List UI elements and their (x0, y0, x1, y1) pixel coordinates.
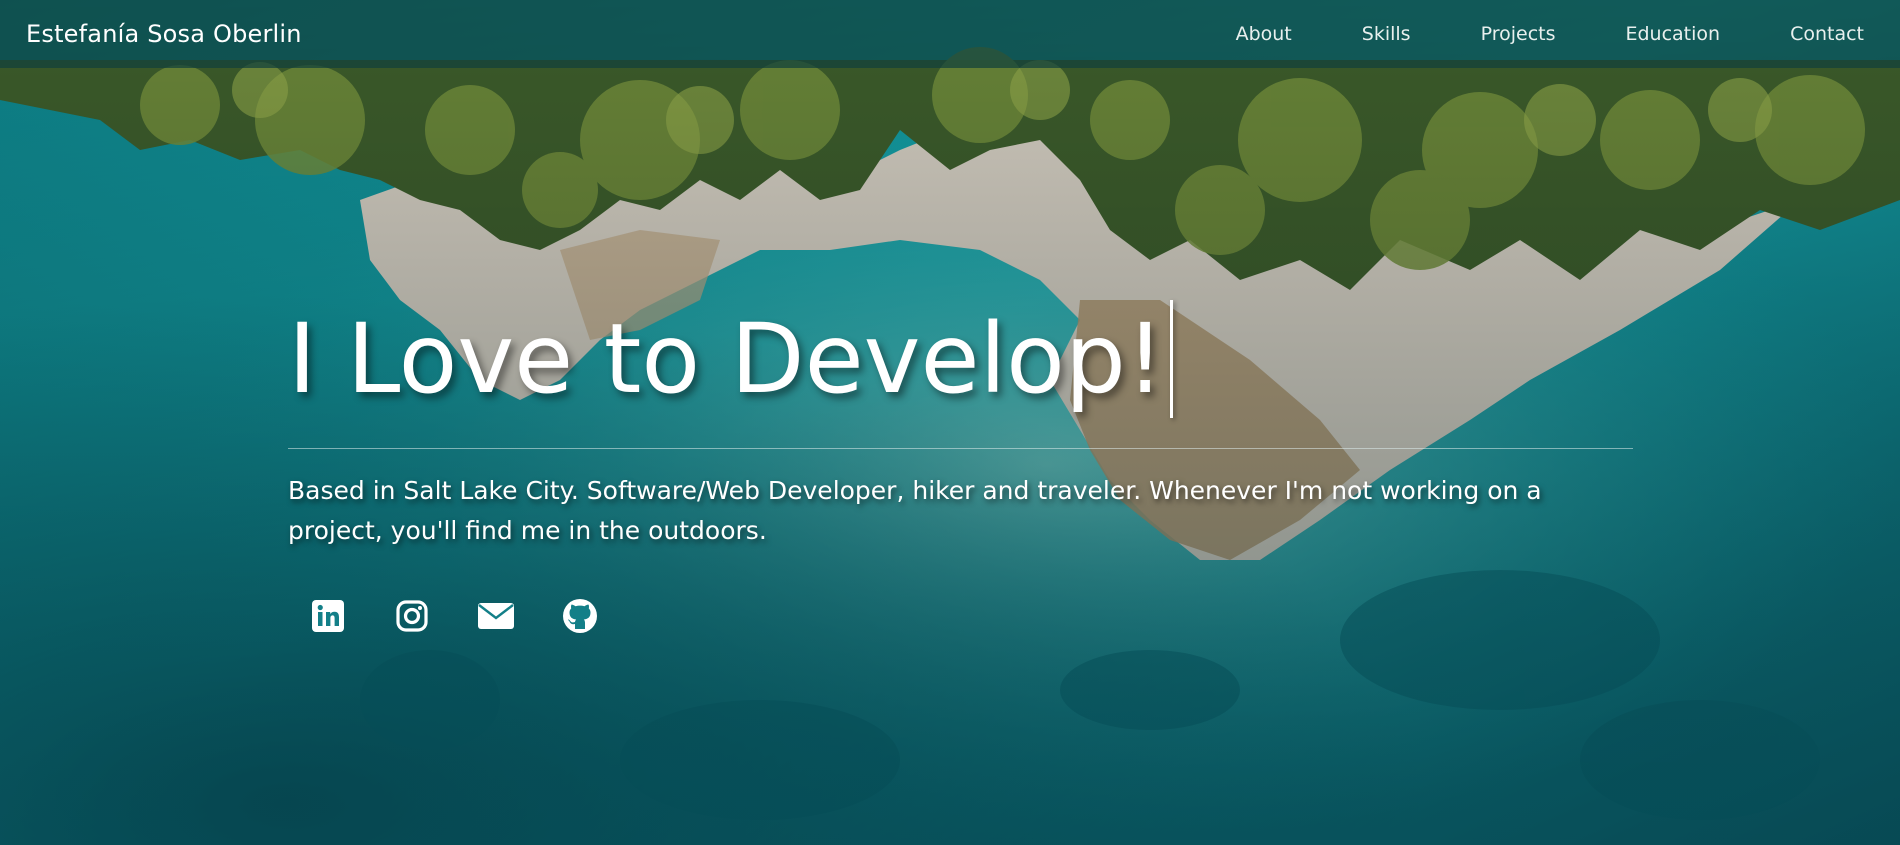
brand-name[interactable]: Estefanía Sosa Oberlin (26, 20, 302, 48)
nav-link-skills[interactable]: Skills (1362, 23, 1411, 45)
github-link[interactable] (542, 591, 618, 641)
hero-title-text: I Love to Develop! (288, 303, 1165, 415)
nav-link-projects[interactable]: Projects (1481, 23, 1556, 45)
navbar: Estefanía Sosa Oberlin About Skills Proj… (0, 0, 1900, 68)
nav-links: About Skills Projects Education Contact (1166, 23, 1864, 45)
instagram-link[interactable] (374, 591, 450, 641)
github-icon (563, 599, 597, 633)
hero-divider (288, 448, 1633, 449)
instagram-icon (396, 600, 428, 632)
hero-tagline: Based in Salt Lake City. Software/Web De… (288, 476, 1542, 545)
email-link[interactable] (458, 591, 534, 641)
typing-cursor (1170, 300, 1174, 418)
social-links (290, 591, 626, 641)
nav-link-education[interactable]: Education (1625, 23, 1720, 45)
nav-link-about[interactable]: About (1236, 23, 1292, 45)
linkedin-link[interactable] (290, 591, 366, 641)
nav-link-contact[interactable]: Contact (1790, 23, 1864, 45)
envelope-icon (478, 603, 514, 629)
hero-section: I Love to Develop! Based in Salt Lake Ci… (288, 300, 1633, 551)
linkedin-icon (312, 600, 344, 632)
hero-title: I Love to Develop! (288, 300, 1174, 418)
page: Estefanía Sosa Oberlin About Skills Proj… (0, 0, 1900, 845)
